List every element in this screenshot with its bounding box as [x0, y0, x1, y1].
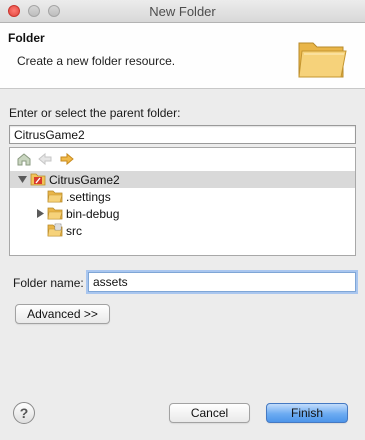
cancel-button[interactable]: Cancel — [169, 403, 250, 423]
tree-item-settings[interactable]: .settings — [10, 188, 355, 205]
expand-down-icon[interactable] — [18, 175, 27, 184]
parent-folder-label: Enter or select the parent folder: — [9, 106, 181, 120]
tree-item-citrusgame2[interactable]: CitrusGame2 — [10, 171, 355, 188]
folder-icon — [47, 190, 63, 203]
banner-title: Folder — [8, 31, 45, 45]
wizard-banner: Folder Create a new folder resource. — [0, 23, 365, 89]
tree-item-label: .settings — [66, 190, 111, 204]
finish-button[interactable]: Finish — [266, 403, 348, 423]
tree-item-bin-debug[interactable]: bin-debug — [10, 205, 355, 222]
expand-right-icon[interactable] — [36, 209, 45, 218]
banner-description: Create a new folder resource. — [17, 54, 176, 68]
folder-open-icon — [298, 42, 347, 78]
tree-toolbar — [10, 148, 355, 170]
home-icon[interactable] — [16, 152, 32, 166]
tree-item-label: CitrusGame2 — [49, 173, 120, 187]
tree-item-label: src — [66, 224, 82, 238]
advanced-button[interactable]: Advanced >> — [15, 304, 110, 324]
source-folder-icon — [47, 223, 63, 237]
tree-item-src[interactable]: src — [10, 222, 355, 239]
folder-name-label: Folder name: — [13, 276, 84, 290]
new-folder-dialog: New Folder Folder Create a new folder re… — [0, 0, 365, 440]
title-bar: New Folder — [0, 0, 365, 23]
forward-arrow-icon[interactable] — [59, 152, 75, 166]
window-title: New Folder — [149, 4, 216, 19]
folder-tree[interactable]: CitrusGame2 .settings bin-debug src — [9, 147, 356, 256]
folder-name-input[interactable] — [88, 272, 356, 292]
tree-item-label: bin-debug — [66, 207, 120, 221]
folder-icon — [47, 207, 63, 220]
back-arrow-icon[interactable] — [37, 152, 53, 166]
parent-folder-input[interactable] — [9, 125, 356, 144]
project-folder-icon — [30, 173, 46, 186]
help-button[interactable]: ? — [13, 402, 35, 424]
